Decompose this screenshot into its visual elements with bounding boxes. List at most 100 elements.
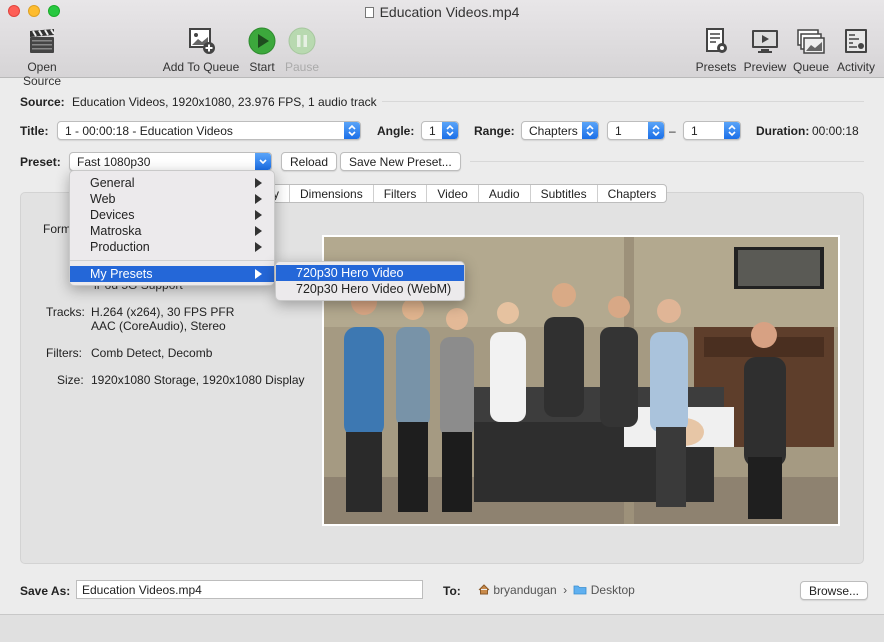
preset-popup[interactable]: Fast 1080p30 xyxy=(69,152,272,171)
window-title: Education Videos.mp4 xyxy=(0,4,884,20)
duration-value: 00:00:18 xyxy=(812,124,859,138)
tracks-line2: AAC (CoreAudio), Stereo xyxy=(91,319,226,333)
tab-chapters[interactable]: Chapters xyxy=(596,185,667,202)
menu-item-matroska-label: Matroska xyxy=(90,224,142,238)
range-end-value: 1 xyxy=(691,124,698,138)
destination-path[interactable]: bryandugan › Desktop xyxy=(478,583,635,597)
preview-button[interactable]: Preview xyxy=(742,26,788,74)
range-start-value: 1 xyxy=(615,124,622,138)
title-popup-value: 1 - 00:00:18 - Education Videos xyxy=(65,124,233,138)
window-title-text: Education Videos.mp4 xyxy=(379,4,520,20)
browse-button[interactable]: Browse... xyxy=(800,581,869,600)
menu-item-web[interactable]: Web xyxy=(70,191,274,207)
menu-item-my-presets-label: My Presets xyxy=(90,267,153,281)
submenu-item-hero-video-webm[interactable]: 720p30 Hero Video (WebM) xyxy=(276,281,464,297)
menu-item-matroska[interactable]: Matroska xyxy=(70,223,274,239)
reload-label: Reload xyxy=(290,155,329,169)
updown-chevron-icon xyxy=(344,122,360,139)
filters-label: Filters: xyxy=(46,346,82,360)
tab-subtitles[interactable]: Subtitles xyxy=(529,185,597,202)
open-source-label: Open Source xyxy=(22,60,62,88)
range-dash: – xyxy=(669,124,676,138)
submenu-arrow-icon xyxy=(255,210,262,220)
source-value: Education Videos, 1920x1080, 23.976 FPS,… xyxy=(72,95,377,109)
preview-label: Preview xyxy=(743,60,787,74)
activity-label: Activity xyxy=(836,60,875,74)
submenu-item-hero-video[interactable]: 720p30 Hero Video xyxy=(276,265,464,281)
preset-separator xyxy=(470,161,864,162)
tab-filters[interactable]: Filters xyxy=(372,185,427,202)
save-as-filename-field[interactable]: Education Videos.mp4 xyxy=(76,580,423,599)
queue-label: Queue xyxy=(792,60,830,74)
range-end-popup[interactable]: 1 xyxy=(683,121,741,140)
updown-chevron-icon xyxy=(442,122,458,139)
play-icon xyxy=(248,27,276,55)
menu-item-production-label: Production xyxy=(90,240,150,254)
submenu-arrow-icon xyxy=(255,269,262,279)
size-label: Size: xyxy=(57,373,84,387)
tab-audio[interactable]: Audio xyxy=(477,185,530,202)
tab-bar: y Dimensions Filters Video Audio Subtitl… xyxy=(268,184,668,203)
menu-item-general-label: General xyxy=(90,176,135,190)
preset-popup-value: Fast 1080p30 xyxy=(77,155,151,169)
source-separator xyxy=(382,101,864,102)
range-type-value: Chapters xyxy=(529,124,578,138)
open-source-button[interactable]: Open Source xyxy=(8,26,76,88)
document-icon xyxy=(364,7,374,18)
submenu-item-hero-video-label: 720p30 Hero Video xyxy=(296,266,404,280)
updown-chevron-icon xyxy=(724,122,740,139)
save-new-preset-button[interactable]: Save New Preset... xyxy=(340,152,461,171)
tracks-line1: H.264 (x264), 30 FPS PFR xyxy=(91,305,235,319)
presets-gear-icon xyxy=(706,28,727,53)
start-button[interactable]: Start xyxy=(244,26,280,74)
angle-label: Angle: xyxy=(377,124,415,138)
title-popup[interactable]: 1 - 00:00:18 - Education Videos xyxy=(57,121,361,140)
save-new-preset-label: Save New Preset... xyxy=(349,155,452,169)
path-user: bryandugan xyxy=(493,583,557,597)
submenu-item-hero-video-webm-label: 720p30 Hero Video (WebM) xyxy=(296,282,452,296)
add-to-queue-button[interactable]: Add To Queue xyxy=(162,26,240,74)
menu-item-devices-label: Devices xyxy=(90,208,135,222)
home-icon xyxy=(478,584,490,595)
range-type-popup[interactable]: Chapters xyxy=(521,121,599,140)
clapperboard-icon xyxy=(30,28,55,53)
save-as-filename-value: Education Videos.mp4 xyxy=(82,583,202,597)
tab-dimensions[interactable]: Dimensions xyxy=(289,185,373,202)
browse-label: Browse... xyxy=(809,584,860,598)
menu-item-general[interactable]: General xyxy=(70,175,274,191)
save-as-label: Save As: xyxy=(20,584,71,598)
range-start-popup[interactable]: 1 xyxy=(607,121,665,140)
presets-button[interactable]: Presets xyxy=(694,26,738,74)
angle-popup[interactable]: 1 xyxy=(421,121,459,140)
range-label: Range: xyxy=(474,124,515,138)
status-bar xyxy=(0,614,884,642)
preset-menu: General Web Devices Matroska Production … xyxy=(69,170,275,286)
add-to-queue-icon xyxy=(189,28,215,54)
presets-label: Presets xyxy=(695,60,737,74)
reload-button[interactable]: Reload xyxy=(281,152,338,171)
updown-chevron-icon xyxy=(648,122,664,139)
filters-value: Comb Detect, Decomb xyxy=(91,346,213,360)
folder-icon xyxy=(574,585,587,595)
menu-item-production[interactable]: Production xyxy=(70,239,274,255)
title-label: Title: xyxy=(20,124,49,138)
duration-label: Duration: xyxy=(756,124,810,138)
angle-popup-value: 1 xyxy=(429,124,436,138)
tracks-label: Tracks: xyxy=(46,305,85,319)
add-to-queue-label: Add To Queue xyxy=(162,60,240,74)
preview-monitor-icon xyxy=(752,30,778,53)
to-label: To: xyxy=(443,584,461,598)
menu-item-my-presets[interactable]: My Presets xyxy=(70,266,274,282)
path-separator: › xyxy=(563,583,568,597)
menu-item-web-label: Web xyxy=(90,192,116,206)
pause-button[interactable]: Pause xyxy=(282,26,322,74)
menu-item-devices[interactable]: Devices xyxy=(70,207,274,223)
menu-separator xyxy=(70,260,274,261)
pause-label: Pause xyxy=(284,60,320,74)
queue-stack-icon xyxy=(797,29,825,54)
activity-button[interactable]: Activity xyxy=(834,26,878,74)
source-label: Source: xyxy=(20,95,65,109)
tab-video[interactable]: Video xyxy=(426,185,477,202)
queue-button[interactable]: Queue xyxy=(790,26,832,74)
updown-chevron-icon xyxy=(582,122,598,139)
